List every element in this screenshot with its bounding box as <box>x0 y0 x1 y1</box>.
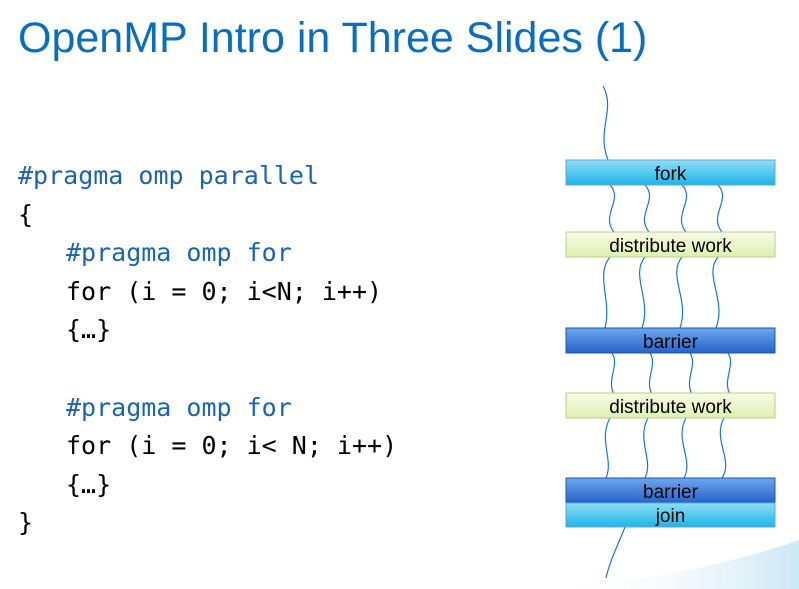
thread-group-2 <box>603 256 720 329</box>
fork-join-diagram: fork distribute work barrier distribute … <box>560 85 799 589</box>
thread-group-4 <box>604 417 727 479</box>
barrier-label-1: barrier <box>643 332 699 353</box>
corner-swoosh-decoration <box>560 540 799 589</box>
thread-line-master-in <box>602 85 609 161</box>
distribute-work-label-2: distribute work <box>609 397 732 418</box>
thread-group-1 <box>608 184 724 233</box>
join-label: join <box>655 506 686 527</box>
distribute-work-label-1: distribute work <box>609 236 732 257</box>
thread-line-master-out <box>605 526 626 579</box>
barrier-label-2: barrier <box>643 482 699 503</box>
thread-group-3 <box>610 352 732 395</box>
fork-label: fork <box>655 164 687 185</box>
